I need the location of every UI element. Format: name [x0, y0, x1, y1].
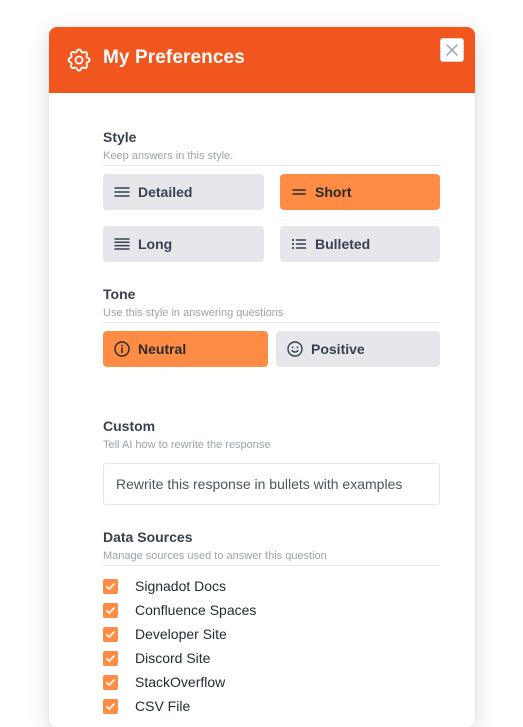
source-label: CSV File [135, 698, 191, 714]
checkmark-icon [106, 702, 115, 710]
checkmark-icon [106, 582, 115, 590]
tone-option-positive[interactable]: Positive [276, 331, 440, 367]
bulleted-list-icon [291, 238, 307, 250]
style-section-title: Style [103, 129, 137, 145]
panel-title: My Preferences [103, 47, 245, 68]
source-label: Confluence Spaces [135, 602, 257, 618]
checkmark-icon [106, 606, 115, 614]
source-checkbox[interactable] [103, 698, 118, 714]
sources-section-title: Data Sources [103, 529, 193, 545]
source-checkbox[interactable] [103, 602, 118, 618]
source-label: Developer Site [135, 626, 227, 642]
source-checkbox[interactable] [103, 626, 118, 642]
style-section-subtitle: Keep answers in this style. [103, 150, 234, 162]
short-lines-icon [292, 189, 306, 195]
divider [103, 322, 440, 323]
source-item[interactable]: Discord Site [103, 649, 210, 667]
source-item[interactable]: StackOverflow [103, 673, 225, 691]
source-checkbox[interactable] [103, 578, 118, 594]
checkmark-icon [106, 678, 115, 686]
style-option-short[interactable]: Short [280, 174, 440, 210]
option-label: Positive [311, 341, 365, 357]
panel-header: My Preferences [49, 27, 475, 93]
info-circle-icon [114, 341, 130, 357]
sources-section-subtitle: Manage sources used to answer this quest… [103, 550, 327, 562]
checkmark-icon [106, 630, 115, 638]
custom-instruction-input[interactable] [103, 463, 440, 505]
source-checkbox[interactable] [103, 674, 118, 690]
source-label: Discord Site [135, 650, 211, 666]
tone-option-neutral[interactable]: Neutral [103, 331, 268, 367]
source-item[interactable]: CSV File [103, 697, 190, 715]
custom-section-title: Custom [103, 418, 156, 434]
source-label: Signadot Docs [135, 578, 227, 594]
style-option-detailed[interactable]: Detailed [103, 174, 264, 210]
source-item[interactable]: Signadot Docs [103, 577, 226, 595]
long-lines-icon [114, 238, 130, 250]
close-button[interactable] [440, 38, 464, 62]
style-option-long[interactable]: Long [103, 226, 264, 262]
source-label: StackOverflow [135, 674, 226, 690]
checkmark-icon [106, 654, 115, 662]
custom-section-subtitle: Tell AI how to rewrite the response [103, 439, 271, 451]
detailed-lines-icon [114, 187, 130, 197]
option-label: Bulleted [315, 236, 371, 252]
gear-icon [67, 48, 91, 72]
close-icon [446, 44, 458, 56]
style-option-bulleted[interactable]: Bulleted [280, 226, 440, 262]
divider [103, 165, 440, 166]
option-label: Detailed [138, 184, 193, 200]
divider [103, 565, 440, 566]
option-label: Short [315, 184, 352, 200]
source-item[interactable]: Confluence Spaces [103, 601, 256, 619]
source-item[interactable]: Developer Site [103, 625, 227, 643]
tone-section-subtitle: Use this style in answering questions [103, 307, 284, 319]
option-label: Neutral [138, 341, 187, 357]
source-checkbox[interactable] [103, 650, 118, 666]
option-label: Long [138, 236, 173, 252]
tone-section-title: Tone [103, 286, 136, 302]
smile-icon [287, 341, 303, 357]
preferences-panel: My Preferences Style Keep answers in thi… [49, 27, 475, 727]
